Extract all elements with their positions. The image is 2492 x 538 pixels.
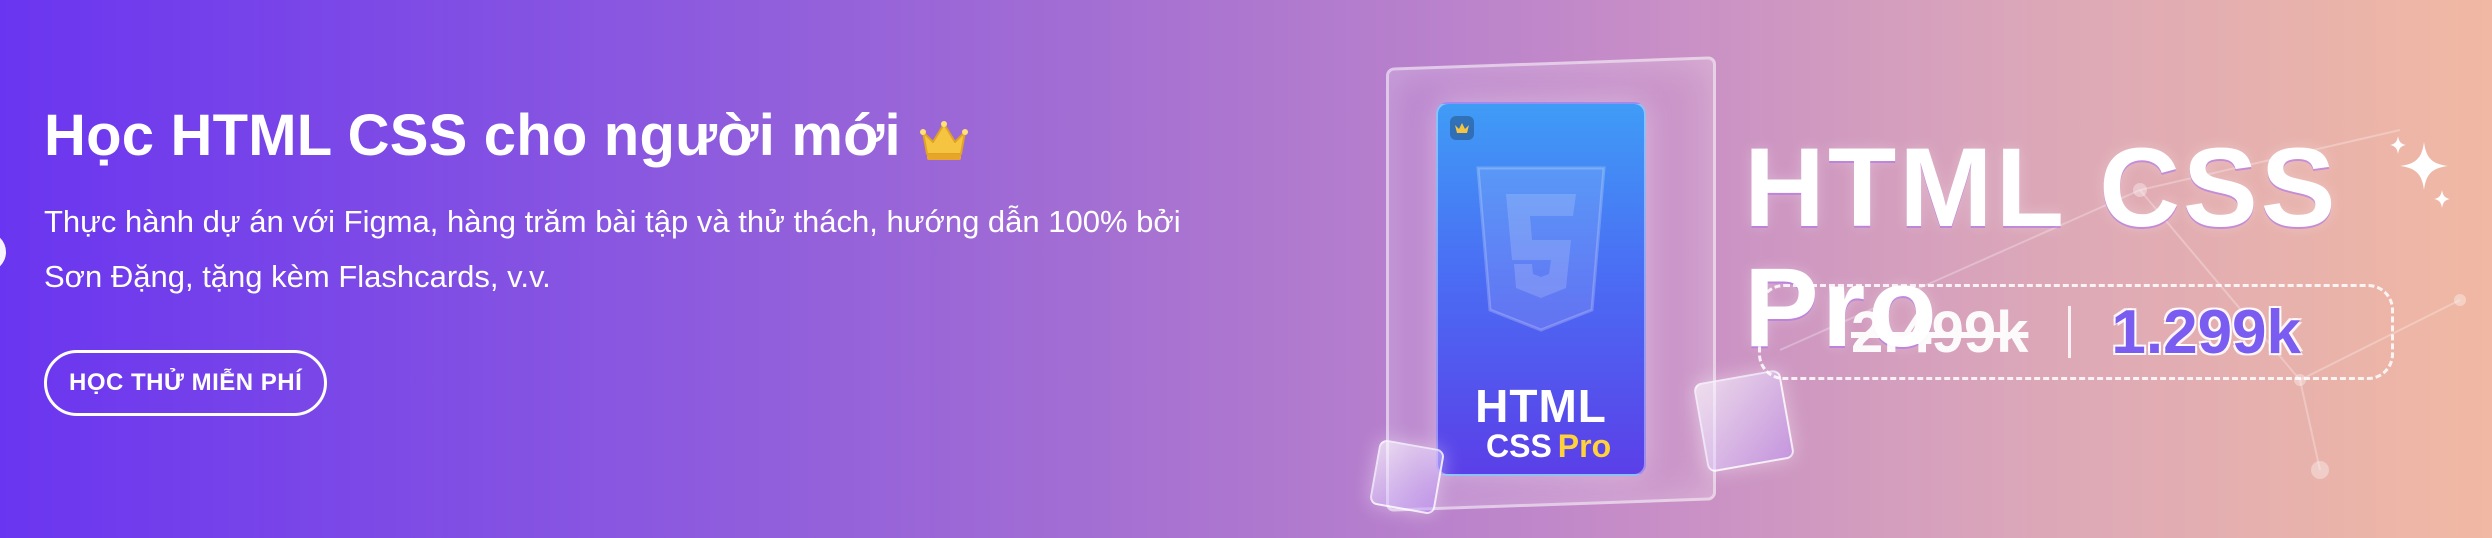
card-crown-icon	[1450, 116, 1474, 140]
price-divider	[2068, 306, 2072, 358]
old-price: 2.499k	[1850, 299, 2029, 365]
product-card: HTML CSS Pro	[1436, 102, 1646, 476]
banner-description: Thực hành dự án với Figma, hàng trăm bài…	[44, 204, 1181, 294]
crown-icon	[919, 121, 968, 160]
course-banner: Học HTML CSS cho người mới Thực hành dự …	[0, 0, 2492, 538]
new-price: 1.299k	[2111, 297, 2302, 367]
card-sub-pro: Pro	[1557, 428, 1612, 464]
banner-text: Học HTML CSS cho người mới Thực hành dự …	[44, 96, 1224, 304]
product-case: HTML CSS Pro	[1386, 56, 1716, 512]
sparkle-icon	[2390, 136, 2450, 208]
html5-shield-icon	[1476, 166, 1606, 332]
card-subtitle: CSS Pro	[1486, 428, 1611, 465]
price-box: 2.499k 1.299k	[1758, 284, 2394, 380]
banner-title-row: Học HTML CSS cho người mới	[44, 96, 1224, 176]
card-sub-css: CSS	[1486, 428, 1552, 464]
card-title: HTML	[1475, 380, 1607, 432]
carousel-prev-button[interactable]	[0, 232, 6, 272]
banner-title: Học HTML CSS cho người mới	[44, 103, 901, 168]
free-trial-button[interactable]: HỌC THỬ MIỄN PHÍ	[44, 350, 328, 416]
glass-cube-right	[1692, 369, 1796, 473]
glass-cube-left	[1368, 438, 1446, 516]
